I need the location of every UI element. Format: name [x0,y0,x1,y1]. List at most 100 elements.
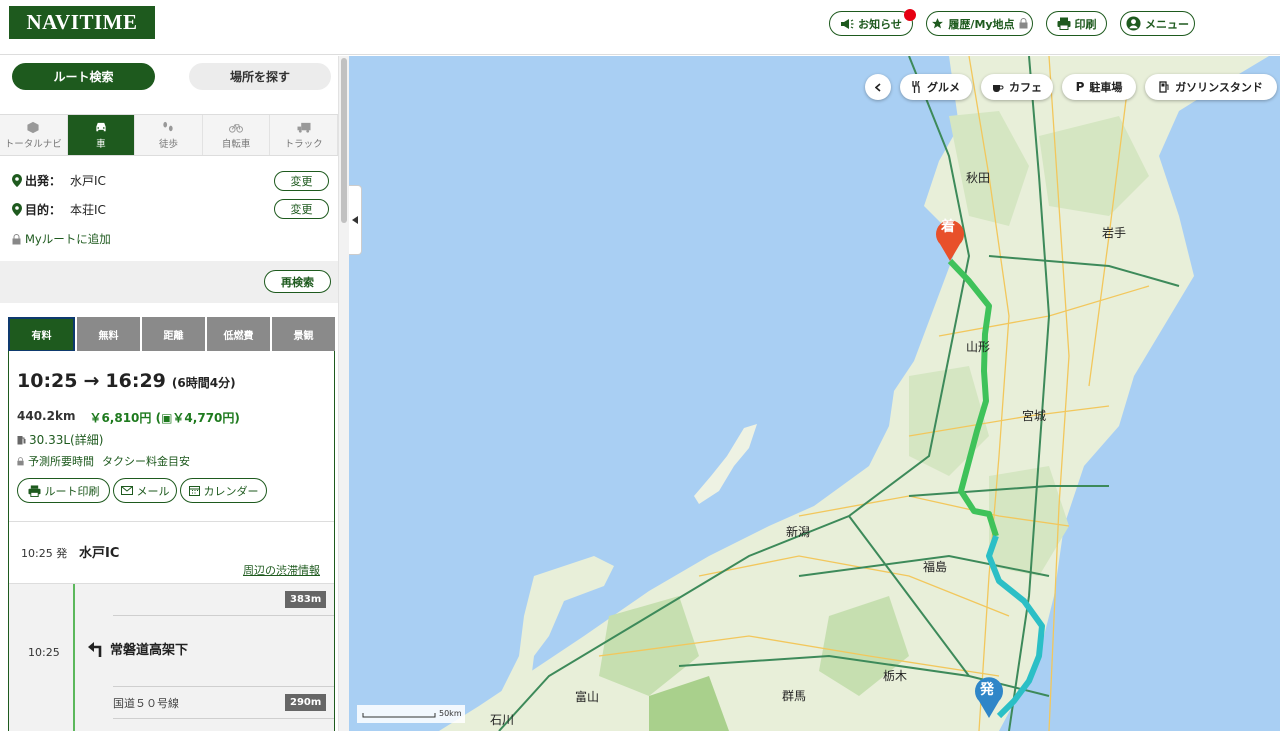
printer-icon [1057,17,1070,30]
scale-label: 50km [439,709,462,718]
map-scale: 50km [357,705,465,723]
distance: 440.2km [17,409,76,423]
traffic-info-link[interactable]: 周辺の渋滞情報 [243,562,320,578]
route-step: 383m 10:25 常磐道高架下 国道５０号線 290m [9,583,334,731]
city-label: 栃木 [883,669,908,683]
history-label: 履歴/My地点 [948,17,1015,31]
step-name: 常磐道高架下 [110,643,189,658]
route-print-label: ルート印刷 [44,484,100,498]
departure-value[interactable]: 水戸IC [70,172,106,189]
predict-row: 予測所要時間 タクシー料金目安 [17,453,190,469]
departure-row: 出発： 水戸IC [12,170,106,190]
menu-button[interactable]: メニュー [1120,11,1195,36]
city-label: 群馬 [782,689,807,703]
destination-label: 目的： [25,202,62,217]
notification-badge [904,9,916,21]
city-label: 岩手 [1102,226,1127,240]
poi-collapse-button[interactable] [865,74,891,100]
departure-label: 出発： [25,173,62,188]
tab-toll[interactable]: 有料 [8,317,75,352]
tab-fuel-efficient[interactable]: 低燃費 [207,317,270,352]
my-route-link[interactable]: Myルートに追加 [12,229,111,249]
divider [113,615,334,616]
fuel-value: 30.33L(詳細) [29,433,104,447]
distance-badge: 383m [285,591,327,608]
tab-route-search[interactable]: ルート検索 [12,63,155,90]
start-name[interactable]: 水戸IC [79,542,119,561]
toll: ￥6,810円 [89,411,152,425]
calendar-icon [188,486,200,496]
poi-cafe-button[interactable]: カフェ [981,74,1053,100]
arrow: → [83,370,100,392]
header: NAVITIME お知らせ 履歴/My地点 印刷 メニュー [0,0,1280,55]
calendar-button[interactable]: カレンダー [180,478,267,503]
change-destination-button[interactable]: 変更 [274,199,329,219]
collapse-sidebar-button[interactable] [349,185,362,255]
predict-link[interactable]: 予測所要時間 [17,453,94,469]
mode-label: 自転車 [221,138,251,150]
mode-bicycle[interactable]: 自転車 [203,115,271,155]
duration: (6時間4分) [171,376,236,390]
travel-mode-tabs: トータルナビ 車 徒歩 自転車 トラック [0,114,338,156]
map-pin-icon [12,202,22,216]
tab-scenic[interactable]: 景観 [272,317,335,352]
navitime-logo[interactable]: NAVITIME [9,6,155,39]
predict-label: 予測所要時間 [28,455,94,468]
bicycle-icon [229,123,244,133]
mode-car[interactable]: 車 [67,115,136,155]
taxi-fare-link[interactable]: タクシー料金目安 [102,453,190,469]
start-time: 10:25 発 [21,547,68,560]
map-view[interactable]: 着 発 秋田 岩手 山形 宮城 新潟 福島 栃木 群馬 富山 石川 [349,56,1280,731]
fuel-pump-icon [1159,81,1169,93]
parking-icon: P [1075,80,1085,94]
mode-truck[interactable]: トラック [270,115,338,155]
mail-button[interactable]: メール [113,478,177,503]
tab-distance[interactable]: 距離 [142,317,205,352]
notice-button[interactable]: お知らせ [829,9,916,36]
route-print-button[interactable]: ルート印刷 [17,478,110,503]
step-instruction[interactable]: 常磐道高架下 [87,639,188,658]
calendar-label: カレンダー [203,484,259,498]
depart-time: 10:25 [17,370,78,392]
car-icon [96,122,106,131]
user-circle-icon [1126,16,1141,31]
city-label: 秋田 [966,171,991,185]
lock-icon [12,233,21,244]
route-times: 10:25 → 16:29 (6時間4分) [17,370,236,392]
printer-icon [28,484,40,497]
poi-gas-station-button[interactable]: ガソリンスタンド [1145,74,1277,100]
city-label: 福島 [923,560,948,574]
fuel-link[interactable]: 30.33L(詳細) [17,431,103,448]
poi-parking-button[interactable]: P 駐車場 [1062,74,1136,100]
destination-row: 目的： 本荘IC [12,199,106,219]
arrive-time: 16:29 [105,370,166,392]
toll-group: ￥6,810円 (▣￥4,770円) [89,409,239,426]
change-departure-button[interactable]: 変更 [274,171,329,191]
map-canvas [439,56,1280,731]
tab-free[interactable]: 無料 [77,317,140,352]
sidebar: ルート検索 場所を探す トータルナビ 車 徒歩 自転車 トラック 出発： 水戸I… [0,56,349,731]
research-button[interactable]: 再検索 [264,270,331,293]
destination-value[interactable]: 本荘IC [70,201,106,218]
lock-icon [17,456,24,465]
star-icon [932,18,944,29]
mode-walk[interactable]: 徒歩 [135,115,203,155]
etc-toll: (▣￥4,770円) [155,411,240,425]
distance-badge: 290m [285,694,327,711]
fork-knife-icon [912,81,920,93]
print-button[interactable]: 印刷 [1046,11,1107,36]
poi-label: グルメ [927,81,960,94]
scroll-thumb[interactable] [341,58,347,223]
footprints-icon [163,121,174,131]
divider [9,521,334,522]
poi-gourmet-button[interactable]: グルメ [900,74,972,100]
mode-total-navi[interactable]: トータルナビ [0,115,68,155]
distance-toll: 440.2km ￥6,810円 (▣￥4,770円) [17,409,240,426]
mail-icon [120,486,133,495]
megaphone-icon [841,18,854,29]
history-button[interactable]: 履歴/My地点 [926,11,1033,36]
tab-place-search[interactable]: 場所を探す [189,63,331,90]
fuel-pump-icon [17,435,26,444]
sidebar-scrollbar[interactable] [338,56,349,731]
road-name: 国道５０号線 [113,697,179,710]
